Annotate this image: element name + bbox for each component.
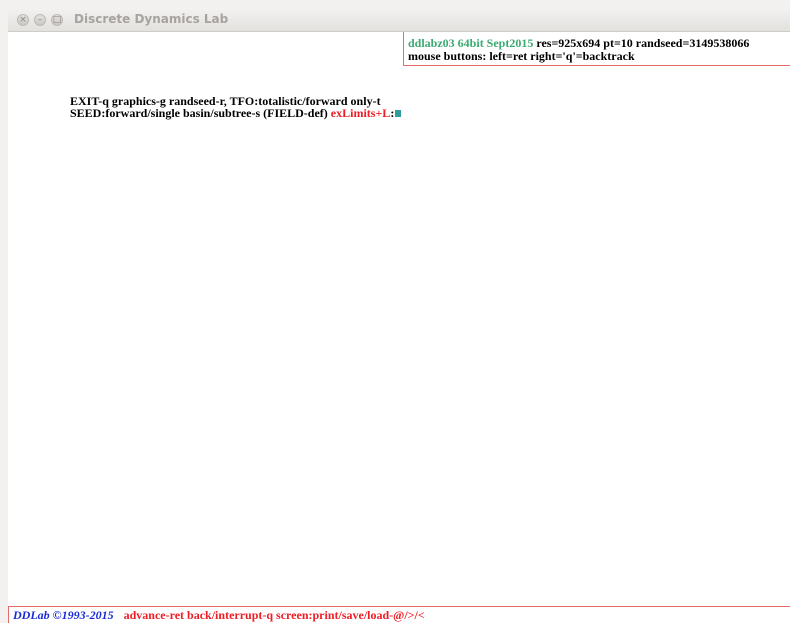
input-cursor-icon[interactable] xyxy=(395,110,402,117)
close-icon[interactable]: × xyxy=(17,14,29,26)
menu-line-2: SEED:forward/single basin/subtree-s (FIE… xyxy=(70,106,402,120)
window-titlebar[interactable]: × – □ Discrete Dynamics Lab xyxy=(8,8,790,32)
ddlab-canvas[interactable]: ddlabz03 64bit Sept2015 res=925x694 pt=1… xyxy=(8,32,790,623)
prompt-colon: : xyxy=(390,106,395,120)
version-label: ddlabz03 64bit Sept2015 xyxy=(408,36,534,50)
command-menu: EXIT-q graphics-g randseed-r, TFO:totali… xyxy=(70,95,402,120)
status-commands: advance-ret back/interrupt-q screen:prin… xyxy=(123,608,425,622)
window-title: Discrete Dynamics Lab xyxy=(74,12,229,26)
ddlab-screen: × – □ Discrete Dynamics Lab ddlabz03 64b… xyxy=(0,0,790,623)
exlimits-option: exLimits+L xyxy=(330,106,391,120)
params-label: res=925x694 pt=10 randseed=3149538066 xyxy=(533,36,750,50)
minimize-icon[interactable]: – xyxy=(34,14,46,26)
brand-label: DDLab ©1993-2015 xyxy=(13,608,114,622)
status-bar: DDLab ©1993-2015 advance-ret back/interru… xyxy=(8,606,790,623)
seed-options-label: SEED:forward/single basin/subtree-s (FIE… xyxy=(70,106,331,120)
maximize-icon[interactable]: □ xyxy=(51,14,63,26)
info-panel: ddlabz03 64bit Sept2015 res=925x694 pt=1… xyxy=(403,32,790,66)
mouse-buttons-label: mouse buttons: left=ret right='q'=backtr… xyxy=(408,49,635,63)
